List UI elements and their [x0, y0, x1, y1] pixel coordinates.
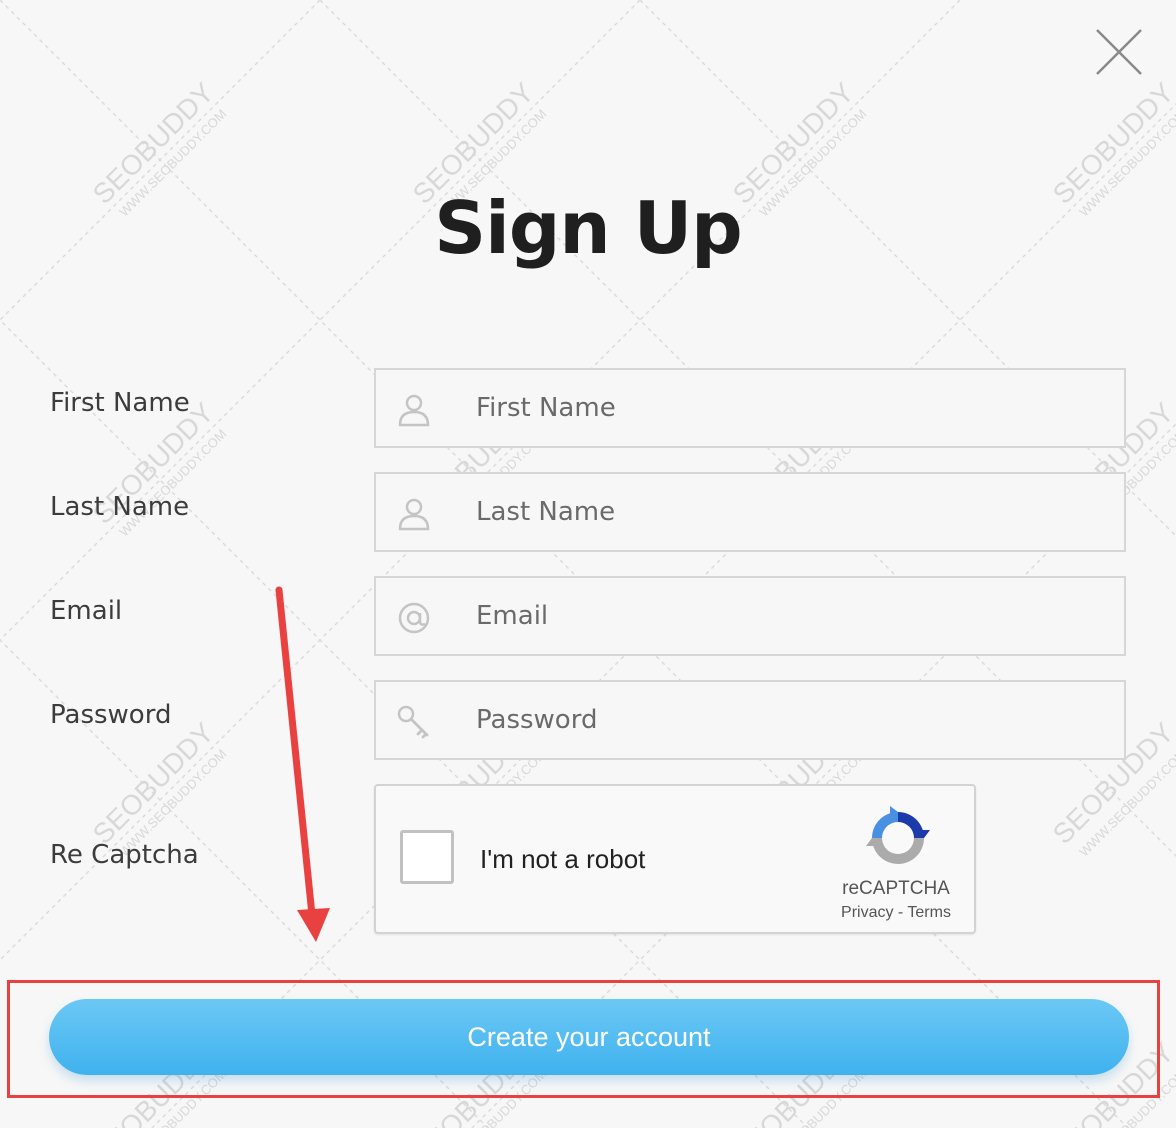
email-label: Email	[50, 596, 123, 626]
email-field[interactable]	[374, 576, 1126, 656]
recaptcha-links: Privacy - Terms	[816, 904, 976, 922]
password-label: Password	[50, 700, 172, 730]
last-name-input[interactable]	[476, 474, 1116, 550]
annotation-arrow	[275, 586, 330, 942]
user-icon	[398, 394, 430, 427]
recaptcha-checkbox[interactable]	[400, 830, 454, 884]
password-field[interactable]	[374, 680, 1126, 760]
first-name-label: First Name	[50, 388, 190, 418]
first-name-input[interactable]	[476, 370, 1116, 446]
watermark-layer: SEOBUDDYWWW.SEOBUDDY.COM SEOBUDDYWWW.SEOB…	[0, 0, 1176, 1128]
captcha-label: Re Captcha	[50, 840, 199, 870]
recaptcha-brand: reCAPTCHA	[842, 878, 950, 899]
last-name-field[interactable]	[374, 472, 1126, 552]
recaptcha-checkbox-label: I'm not a robot	[480, 844, 646, 874]
recaptcha-link-separator: -	[897, 904, 904, 921]
page-title: Sign Up	[434, 186, 742, 270]
recaptcha-privacy-link[interactable]: Privacy	[841, 904, 893, 921]
key-icon	[397, 705, 429, 739]
recaptcha-widget: I'm not a robot reCAPTCHA Privacy - Term…	[374, 784, 976, 934]
watermark-domain: WWW.SEOBUDDY.COM	[1076, 746, 1176, 859]
at-icon	[398, 602, 430, 634]
last-name-label: Last Name	[50, 492, 190, 522]
first-name-field[interactable]	[374, 368, 1126, 448]
watermark-brand: SEOBUDDY	[87, 717, 220, 850]
create-account-button[interactable]: Create your account	[49, 999, 1129, 1075]
user-icon	[398, 498, 430, 531]
recaptcha-terms-link[interactable]: Terms	[907, 904, 951, 921]
watermark-domain: WWW.SEOBUDDY.COM	[116, 426, 229, 539]
recaptcha-logo-icon	[866, 806, 930, 864]
close-icon[interactable]	[1093, 26, 1145, 78]
password-input[interactable]	[476, 682, 1116, 758]
email-input[interactable]	[476, 578, 1116, 654]
